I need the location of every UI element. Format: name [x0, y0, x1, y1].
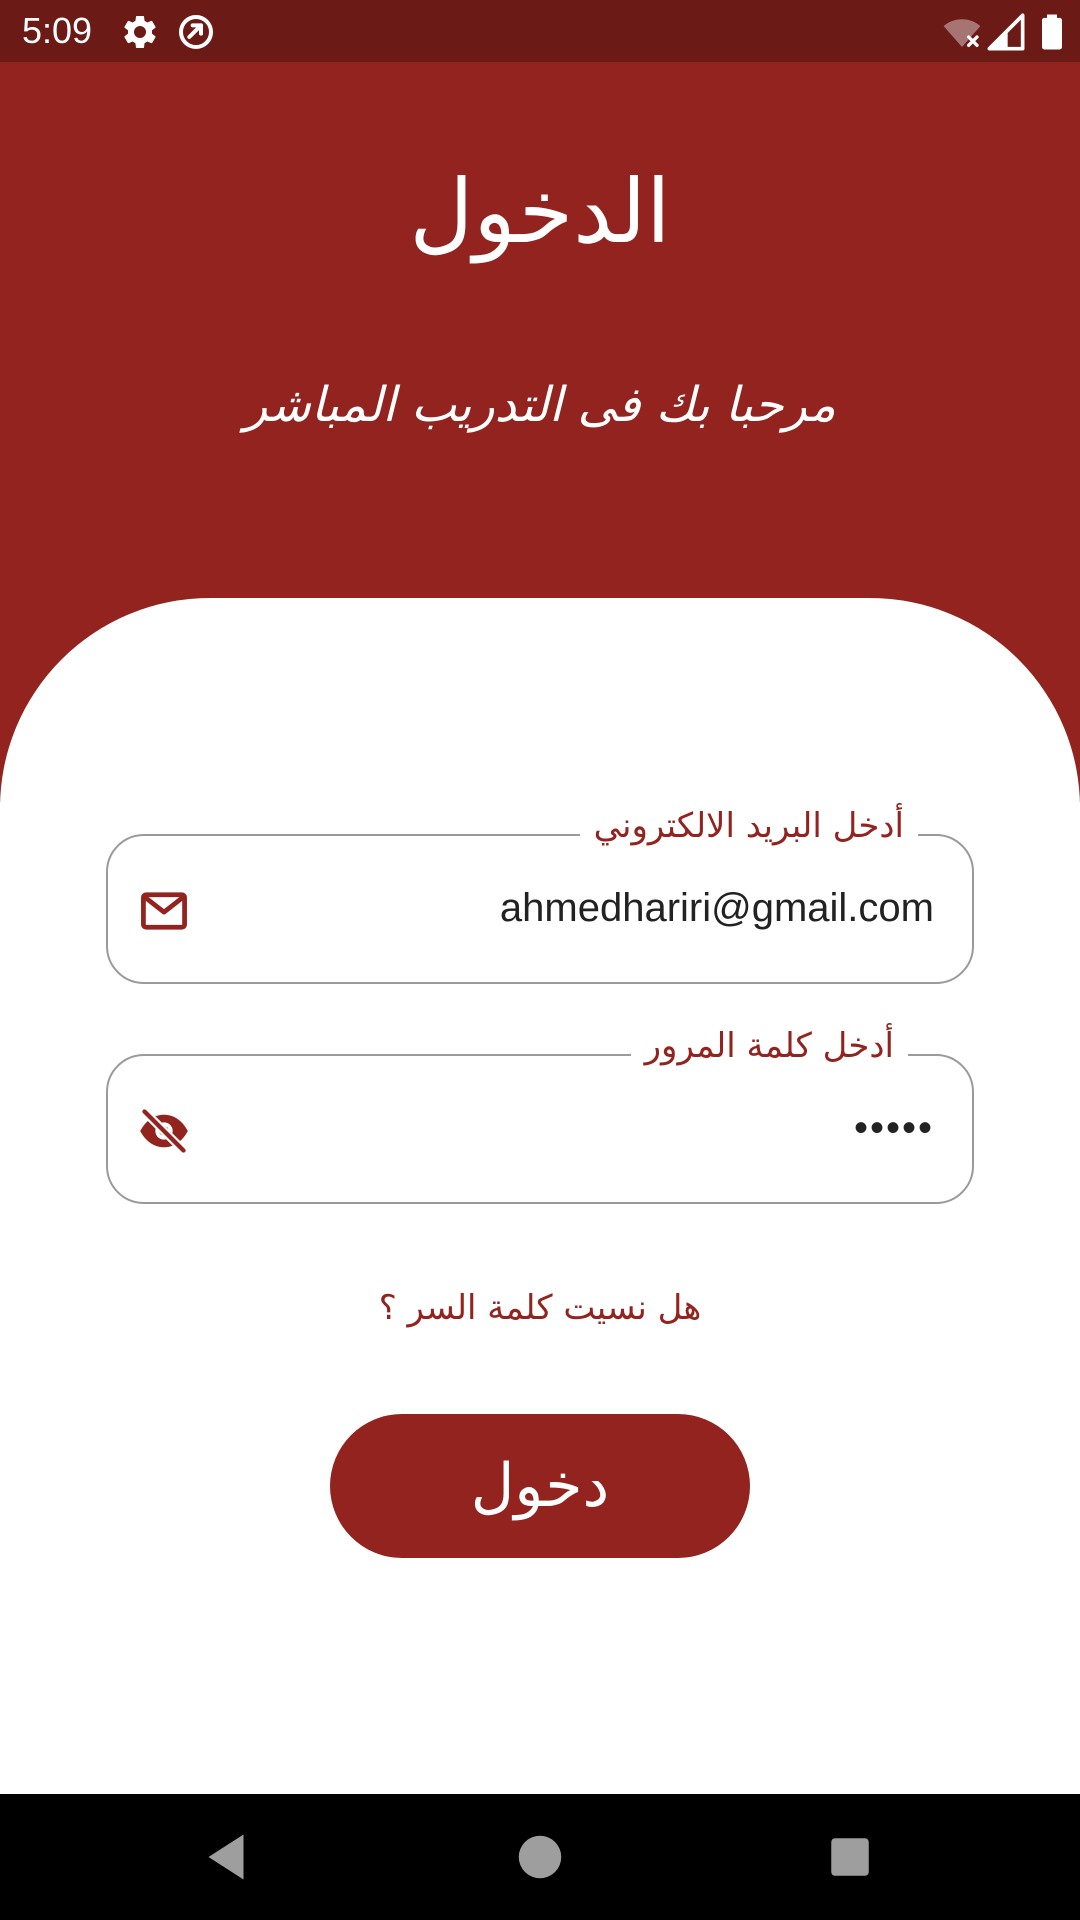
- email-field-label: أدخل البريد الالكتروني: [579, 798, 918, 854]
- recents-icon[interactable]: [820, 1827, 880, 1887]
- mail-icon: [141, 892, 187, 930]
- eye-off-icon[interactable]: [138, 1105, 190, 1157]
- wifi-off-icon: [943, 19, 981, 47]
- password-field-label: أدخل كلمة المرور: [630, 1018, 908, 1074]
- sync-disabled-icon: [179, 15, 213, 49]
- page-subtitle: مرحبا بك فى التدريب المباشر: [244, 377, 836, 433]
- email-field[interactable]: أدخل البريد الالكتروني ahmedhariri@gmail…: [106, 798, 974, 984]
- home-icon[interactable]: [510, 1827, 570, 1887]
- back-icon[interactable]: [196, 1827, 256, 1887]
- email-input[interactable]: ahmedhariri@gmail.com: [500, 880, 934, 936]
- login-card: أدخل البريد الالكتروني ahmedhariri@gmail…: [0, 598, 1080, 1794]
- login-button[interactable]: دخول: [330, 1414, 750, 1558]
- battery-icon: [1042, 14, 1062, 50]
- password-field[interactable]: أدخل كلمة المرور •••••: [106, 1018, 974, 1204]
- settings-icon: [124, 15, 156, 48]
- signal-icon: [987, 13, 1025, 51]
- page-title: الدخول: [409, 160, 671, 263]
- status-time: 5:09: [22, 10, 93, 51]
- forgot-password-link[interactable]: هل نسيت كلمة السر ؟: [0, 1280, 1080, 1336]
- navigation-bar: [0, 1794, 1080, 1920]
- password-input[interactable]: •••••: [854, 1100, 934, 1156]
- status-bar: 5:09: [0, 0, 1080, 62]
